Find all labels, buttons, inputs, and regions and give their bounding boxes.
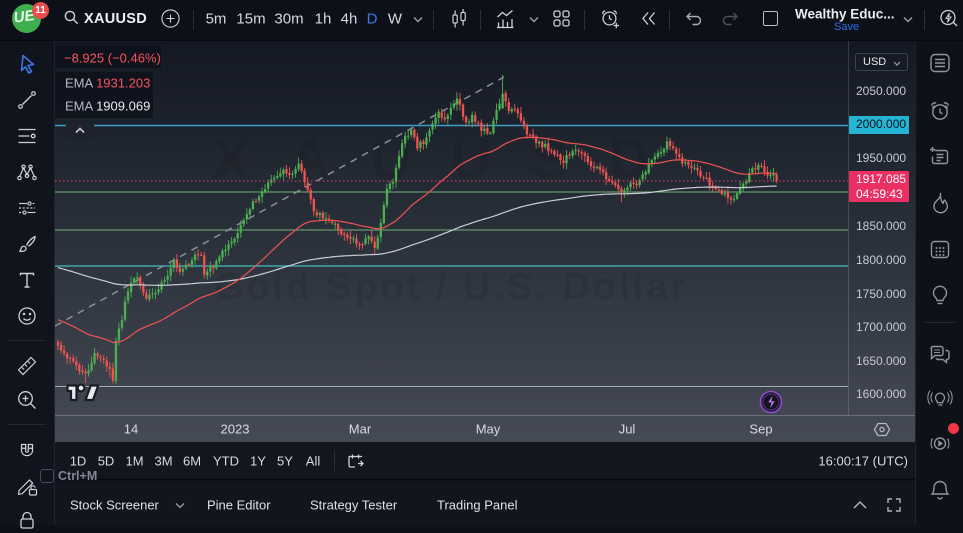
svg-text:Gold Spot / U.S. Dollar: Gold Spot / U.S. Dollar: [214, 266, 688, 308]
